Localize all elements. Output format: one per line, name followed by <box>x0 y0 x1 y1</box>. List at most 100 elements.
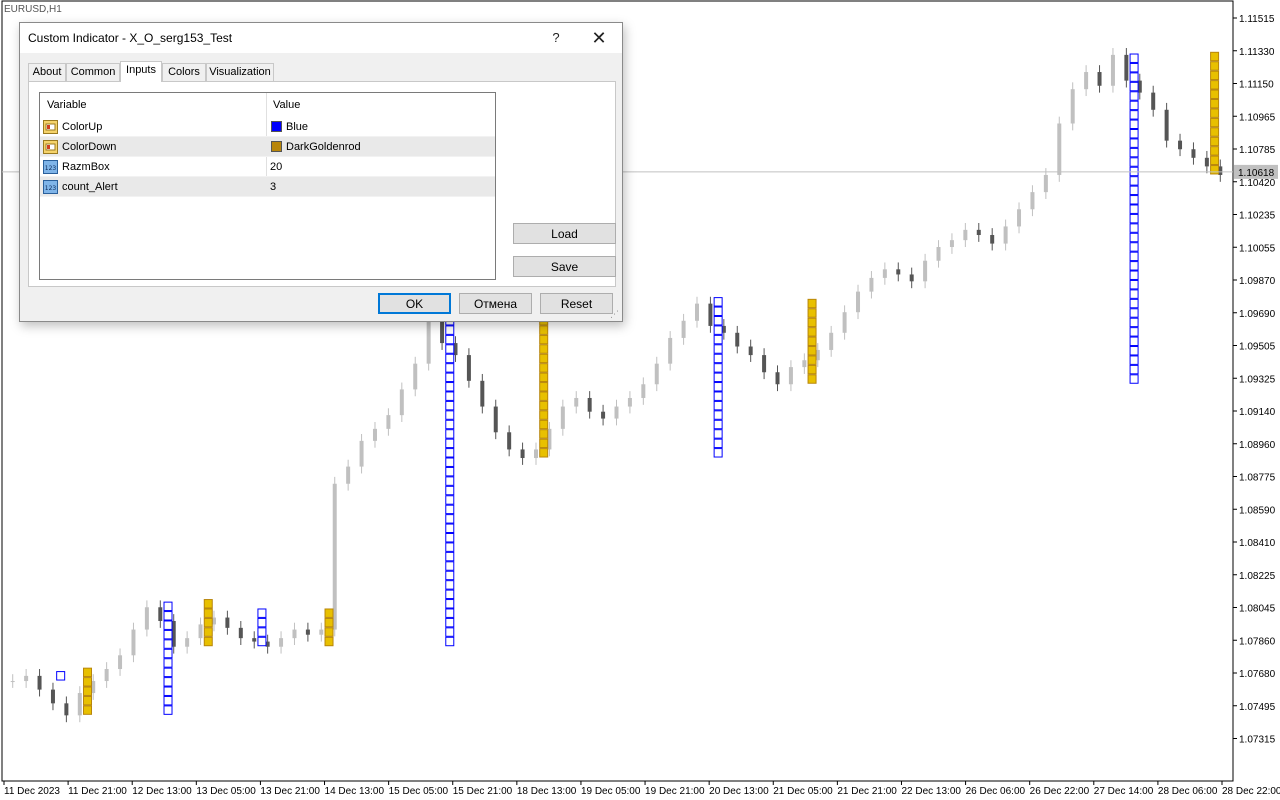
candle-bull <box>641 384 646 398</box>
xo-box-up <box>163 601 173 612</box>
xo-box-down <box>324 617 334 628</box>
close-icon[interactable]: ✕ <box>576 23 622 53</box>
xo-box-down <box>807 327 817 337</box>
candle-bull <box>842 312 847 333</box>
color-param-icon <box>43 140 58 154</box>
candle-bull <box>533 449 538 459</box>
tab-inputs[interactable]: Inputs <box>120 61 162 82</box>
x-tick-label: 15 Dec 21:00 <box>453 786 513 797</box>
y-tick-label: 1.10785 <box>1239 145 1276 156</box>
candle-bull <box>882 269 887 278</box>
xo-box-down <box>203 608 213 618</box>
xo-box-up <box>445 561 455 571</box>
input-name: ColorUp <box>62 121 103 133</box>
input-value[interactable]: 20 <box>270 161 282 173</box>
xo-box-down <box>807 298 817 309</box>
x-tick-label: 13 Dec 05:00 <box>196 786 256 797</box>
xo-box-up <box>445 466 455 477</box>
xo-box-up <box>445 551 455 562</box>
candle-bull <box>654 363 659 385</box>
xo-box-down <box>203 617 213 628</box>
candle-bull <box>292 629 297 639</box>
xo-box-down <box>1210 98 1220 109</box>
y-tick-label: 1.10055 <box>1239 243 1276 254</box>
xo-box-up <box>445 589 455 600</box>
y-tick-label: 1.09505 <box>1239 342 1276 353</box>
y-tick-label: 1.09870 <box>1239 276 1276 287</box>
xo-box-up <box>1129 251 1139 262</box>
candle-bear <box>37 675 42 690</box>
input-row-razmbox[interactable]: 123 RazmBox 20 <box>40 157 495 177</box>
help-button[interactable]: ? <box>536 23 576 53</box>
xo-box-up <box>445 504 455 515</box>
xo-box-down <box>539 391 549 401</box>
xo-box-down <box>539 400 549 411</box>
xo-box-up <box>445 372 455 383</box>
xo-box-up <box>1129 157 1139 167</box>
xo-box-down <box>539 410 549 420</box>
input-row-count-alert[interactable]: 123 count_Alert 3 <box>40 177 495 197</box>
load-button[interactable]: Load <box>513 223 616 244</box>
input-value[interactable]: Blue <box>286 121 308 133</box>
xo-box-up <box>713 448 723 458</box>
xo-box-up <box>445 542 455 552</box>
candle-bull <box>949 240 954 248</box>
candle-bull <box>386 415 391 429</box>
xo-box-up <box>163 667 173 678</box>
xo-box-up <box>1129 176 1139 186</box>
input-value[interactable]: DarkGoldenrod <box>286 141 361 153</box>
candle-bull <box>372 428 377 441</box>
candle-bull <box>923 260 928 282</box>
icon-glyph-text: 123 <box>45 165 57 172</box>
xo-box-down <box>1210 89 1220 99</box>
xo-box-up <box>1129 185 1139 196</box>
xo-box-up <box>1129 91 1139 101</box>
xo-box-up <box>445 476 455 486</box>
xo-box-down <box>324 627 334 637</box>
tab-colors[interactable]: Colors <box>162 63 206 81</box>
candle-bull <box>1043 174 1048 193</box>
xo-box-up <box>1129 147 1139 158</box>
tab-about[interactable]: About <box>28 63 66 81</box>
reset-button[interactable]: Reset <box>540 293 613 314</box>
xo-box-down <box>203 599 213 609</box>
x-tick-label: 26 Dec 22:00 <box>1030 786 1090 797</box>
xo-box-down <box>324 636 334 647</box>
candle-bull <box>668 337 673 364</box>
integer-param-icon: 123 <box>43 180 58 194</box>
candle-bull <box>279 638 284 647</box>
candle-bear <box>976 229 981 236</box>
xo-box-up <box>163 658 173 668</box>
y-tick-label: 1.07315 <box>1239 735 1276 746</box>
ok-button[interactable]: OK <box>378 293 451 314</box>
y-tick-label: 1.11330 <box>1239 47 1275 58</box>
column-header-value[interactable]: Value <box>273 99 300 111</box>
candle-bull <box>24 675 29 682</box>
input-row-colordown[interactable]: ColorDown DarkGoldenrod <box>40 137 495 157</box>
xo-box-down <box>539 363 549 373</box>
tab-visualization[interactable]: Visualization <box>206 63 274 81</box>
candle-bull <box>936 247 941 261</box>
input-row-colorup[interactable]: ColorUp Blue <box>40 117 495 137</box>
xo-box-up <box>445 448 455 458</box>
column-header-variable[interactable]: Variable <box>47 99 87 111</box>
xo-box-up <box>445 627 455 637</box>
inputs-grid[interactable]: Variable Value ColorUp Blue ColorDown Da… <box>39 92 496 280</box>
save-button[interactable]: Save <box>513 256 616 277</box>
xo-box-up <box>445 608 455 618</box>
x-tick-label: 11 Dec 21:00 <box>68 786 127 797</box>
dialog-titlebar[interactable]: Custom Indicator - X_O_serg153_Test ? ✕ <box>20 23 622 53</box>
candle-bull <box>1017 209 1022 227</box>
xo-box-up <box>445 495 455 505</box>
input-value[interactable]: 3 <box>270 181 276 193</box>
resize-grip-icon[interactable]: ⋰ <box>610 309 620 319</box>
x-tick-label: 28 Dec 06:00 <box>1158 786 1218 797</box>
xo-box-down <box>83 695 93 706</box>
candle-bull <box>560 406 565 429</box>
cancel-button[interactable]: Отмена <box>459 293 532 314</box>
tab-common[interactable]: Common <box>66 63 120 81</box>
xo-box-up <box>445 391 455 401</box>
xo-box-up <box>445 457 455 467</box>
xo-box-up <box>1129 129 1139 139</box>
xo-box-up <box>1129 232 1139 243</box>
